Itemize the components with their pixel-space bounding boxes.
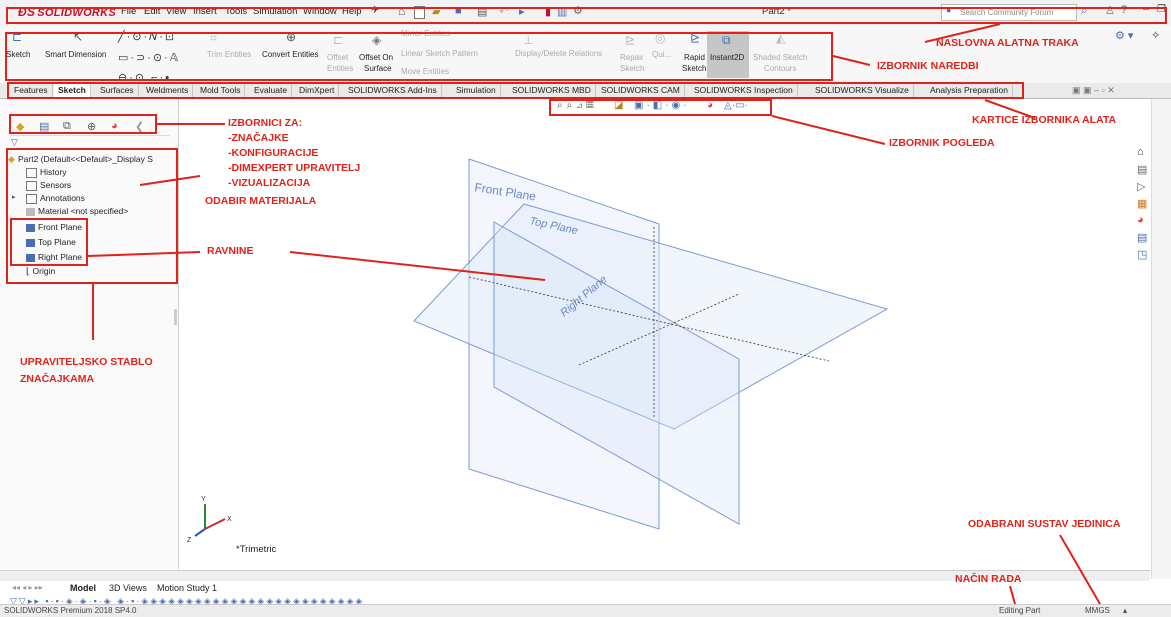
label-title-toolbar: NASLOVNA ALATNA TRAKA [936, 37, 1079, 49]
label-menus-item-visualization: -VIZUALIZACIJA [228, 177, 311, 189]
label-feature-tree-2: ZNAČAJKAMA [20, 373, 95, 385]
label-menus-item-features: -ZNAČAJKE [228, 132, 289, 144]
arrow-view-menu [771, 115, 886, 145]
label-toolbar-tabs: KARTICE IZBORNIKA ALATA [972, 114, 1117, 126]
label-menus-for: IZBORNICI ZA: [228, 117, 303, 129]
label-command-menu: IZBORNIK NAREDBI [877, 60, 979, 72]
label-menus-item-dimxpert: -DIMEXPERT UPRAVITELJ [228, 162, 361, 174]
label-planes: RAVNINE [207, 245, 254, 257]
label-work-mode: NAČIN RADA [955, 573, 1022, 585]
label-feature-tree-1: UPRAVITELJSKO STABLO [20, 356, 153, 368]
arrow-material [139, 175, 201, 186]
label-menus-item-configurations: -KONFIGURACIJE [228, 147, 319, 159]
label-material-choice: ODABIR MATERIJALA [205, 195, 317, 207]
arrow-unit-system [1059, 534, 1101, 605]
arrow-work-mode [1009, 585, 1016, 605]
label-unit-system: ODABRANI SUSTAV JEDINICA [968, 518, 1121, 530]
arrow-command-menu [832, 55, 871, 66]
arrow-planes-left [87, 251, 201, 257]
arrow-planes-right [289, 251, 546, 281]
label-view-menu: IZBORNIK POGLEDA [889, 137, 995, 149]
